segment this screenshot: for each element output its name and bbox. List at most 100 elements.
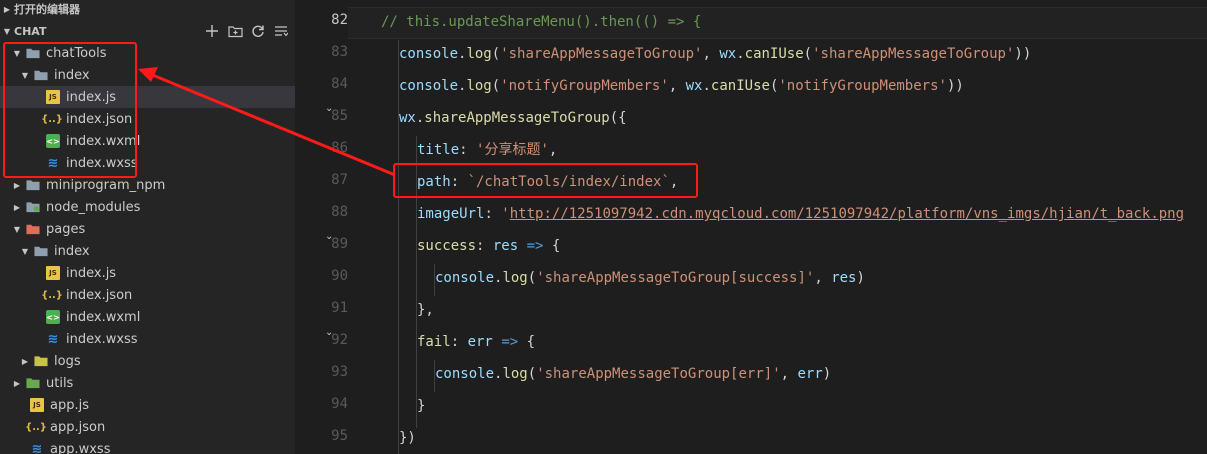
fold-chevron-icon[interactable]: ⌄	[325, 327, 335, 338]
code-identifier: console	[435, 366, 495, 382]
code-parameter: err	[797, 366, 823, 382]
js-file-icon: JS	[46, 266, 60, 280]
code-string: 'shareAppMessageToGroup'	[500, 46, 703, 62]
code-function: log	[466, 78, 492, 94]
tree-item-pages-index-wxss[interactable]: ≋ index.wxss	[0, 328, 295, 350]
code-parameter: res	[492, 238, 519, 254]
tree-item-node-modules[interactable]: ▶ node_modules	[0, 196, 295, 218]
tree-item-app-wxss[interactable]: ≋ app.wxss	[0, 438, 295, 454]
code-arrow: =>	[501, 334, 519, 350]
tree-item-app-json[interactable]: {..} app.json	[0, 416, 295, 438]
code-identifier: wx	[685, 78, 703, 94]
annotation-highlight-box	[3, 42, 137, 178]
tree-item-pages-index-wxml[interactable]: <> index.wxml	[0, 306, 295, 328]
tree-item-label: app.js	[50, 397, 89, 413]
code-string-quote: '	[501, 206, 510, 222]
workspace-label: CHAT	[14, 24, 47, 38]
tree-item-pages-index-json[interactable]: {..} index.json	[0, 284, 295, 306]
code-identifier: console	[435, 270, 495, 286]
folder-open-icon	[34, 244, 48, 258]
chevron-down-icon: ▼	[21, 246, 29, 256]
code-punctuation: }	[417, 398, 426, 414]
code-line-88: imageUrl: 'http://1251097942.cdn.myqclou…	[417, 206, 1185, 222]
code-line-83: console.log('shareAppMessageToGroup', wx…	[399, 46, 1032, 62]
tree-item-logs[interactable]: ▶ logs	[0, 350, 295, 372]
line-number-gutter: 82 83 84 85 86 87 88 89 90 91 92 93 94 9…	[295, 0, 348, 454]
js-file-icon: JS	[30, 398, 44, 412]
line-number: 83	[331, 44, 348, 60]
explorer-actions	[204, 21, 289, 41]
code-function: log	[502, 366, 528, 382]
code-area[interactable]: // this.updateShareMenu().then(() => { c…	[348, 0, 1207, 454]
collapse-all-icon[interactable]	[273, 23, 289, 39]
code-arrow: =>	[526, 238, 544, 254]
code-line-89: success: res => {	[417, 238, 561, 254]
tree-item-label: index	[54, 243, 90, 259]
code-line-95: })	[399, 427, 416, 449]
wxss-file-icon: ≋	[47, 331, 59, 347]
tree-item-label: node_modules	[46, 199, 141, 215]
tree-item-pages-index[interactable]: ▼ index	[0, 240, 295, 262]
code-function: shareAppMessageToGroup	[424, 110, 610, 126]
code-punctuation: },	[417, 302, 434, 318]
chevron-right-icon: ▶	[13, 378, 21, 388]
annotation-highlight-box	[393, 163, 698, 198]
code-line-93: console.log('shareAppMessageToGroup[err]…	[435, 366, 832, 382]
file-explorer-sidebar: ▶ 打开的编辑器 ▼ CHAT ▼ chatTools ▼ index JS i…	[0, 0, 295, 454]
line-number: 88	[331, 204, 348, 220]
code-property: fail	[417, 334, 451, 350]
code-string: 'shareAppMessageToGroup[err]'	[536, 366, 781, 382]
tree-item-utils[interactable]: ▶ utils	[0, 372, 295, 394]
line-number: 87	[331, 172, 348, 188]
line-number: 85	[331, 108, 348, 124]
refresh-icon[interactable]	[250, 23, 266, 39]
wxml-file-icon: <>	[46, 310, 60, 324]
tree-item-label: miniprogram_npm	[46, 177, 166, 193]
folder-icon	[26, 178, 40, 192]
fold-chevron-icon[interactable]: ⌄	[325, 231, 335, 242]
open-editors-section-header[interactable]: ▶ 打开的编辑器	[0, 0, 295, 19]
code-identifier: console	[399, 46, 459, 62]
code-function: log	[466, 46, 492, 62]
workspace-section-header[interactable]: ▼ CHAT	[0, 21, 295, 41]
tree-item-label: app.json	[50, 419, 106, 435]
tree-item-pages-index-js[interactable]: JS index.js	[0, 262, 295, 284]
tree-item-pages[interactable]: ▼ pages	[0, 218, 295, 240]
open-editors-label: 打开的编辑器	[14, 3, 80, 16]
code-identifier: wx	[719, 46, 737, 62]
code-url-link[interactable]: http://1251097942.cdn.myqcloud.com/12510…	[510, 206, 1184, 222]
code-string: 'notifyGroupMembers'	[778, 78, 947, 94]
json-file-icon: {..}	[41, 289, 63, 301]
chevron-right-icon: ▶	[21, 356, 29, 366]
line-number: 94	[331, 396, 348, 412]
new-file-icon[interactable]	[204, 23, 220, 39]
fold-chevron-icon[interactable]: ⌄	[325, 103, 335, 114]
line-number: 95	[331, 428, 348, 444]
node-folder-icon	[26, 200, 40, 214]
line-number: 93	[331, 364, 348, 380]
code-string: 'shareAppMessageToGroup[success]'	[536, 270, 815, 286]
pages-folder-icon	[26, 222, 40, 236]
indent-guide	[398, 40, 399, 454]
code-property: imageUrl	[417, 206, 485, 222]
code-line-82: // this.updateShareMenu().then(() => {	[381, 11, 701, 33]
code-line-85: wx.shareAppMessageToGroup({	[399, 110, 627, 126]
wxss-file-icon: ≋	[31, 441, 43, 454]
tree-item-label: logs	[54, 353, 81, 369]
code-line-92: fail: err => {	[417, 334, 536, 350]
chevron-right-icon: ▶	[13, 202, 21, 212]
code-line-90: console.log('shareAppMessageToGroup[succ…	[435, 270, 865, 286]
line-number: 92	[331, 332, 348, 348]
line-number: 84	[331, 76, 348, 92]
code-editor[interactable]: 82 83 84 85 86 87 88 89 90 91 92 93 94 9…	[295, 0, 1207, 454]
tree-item-app-js[interactable]: JS app.js	[0, 394, 295, 416]
new-folder-icon[interactable]	[227, 23, 243, 39]
utils-folder-icon	[26, 376, 40, 390]
code-function: canIUse	[744, 46, 804, 62]
tree-item-label: index.json	[66, 287, 133, 303]
code-string: 'notifyGroupMembers'	[500, 78, 669, 94]
code-line-86: title: '分享标题',	[417, 142, 558, 158]
code-string: '分享标题'	[476, 142, 549, 158]
line-number: 89	[331, 236, 348, 252]
chevron-down-icon: ▼	[13, 224, 21, 234]
